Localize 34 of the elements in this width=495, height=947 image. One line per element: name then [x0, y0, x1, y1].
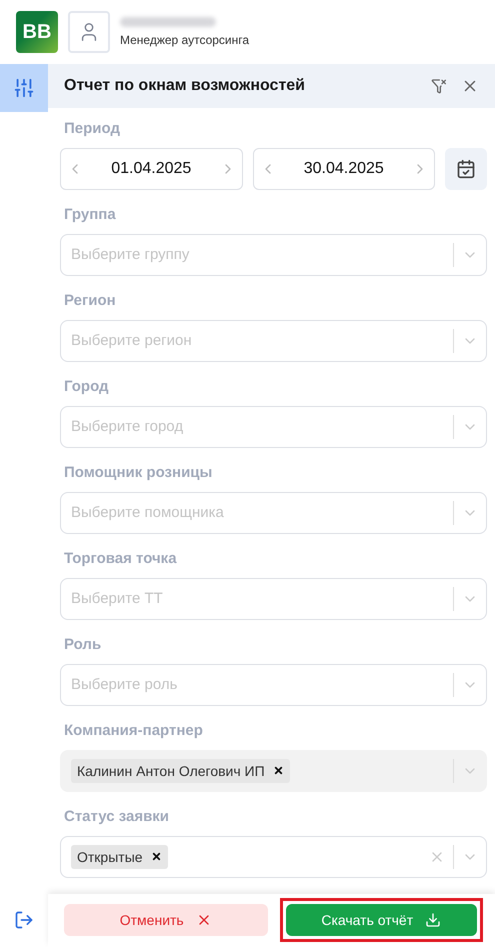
- field-label: Торговая точка: [64, 550, 178, 567]
- select-field[interactable]: Выберите помощника: [60, 492, 487, 534]
- sliders-icon: [13, 77, 35, 99]
- clear-filter-icon[interactable]: [431, 78, 447, 94]
- field-label: Статус заявки: [64, 808, 170, 825]
- panel-title: Отчет по окнам возможностей: [64, 76, 306, 95]
- select-field[interactable]: Выберите регион: [60, 320, 487, 362]
- select-field[interactable]: Выберите город: [60, 406, 487, 448]
- field-label: Компания-партнер: [64, 722, 204, 739]
- download-icon: [425, 912, 442, 928]
- user-role: Менеджер аутсорсинга: [120, 33, 250, 47]
- date-field[interactable]: 30.04.2025: [252, 148, 435, 190]
- select-field[interactable]: Выберите ТТ: [60, 578, 487, 620]
- field-label: Регион: [64, 292, 117, 309]
- download-button[interactable]: Скачать отчёт: [286, 904, 477, 936]
- cancel-button[interactable]: Отменить: [64, 904, 268, 936]
- calendar-button[interactable]: [445, 148, 487, 190]
- field-label: Роль: [64, 636, 102, 653]
- select-field[interactable]: Выберите группу: [60, 234, 487, 276]
- field-label: Город: [64, 378, 110, 395]
- calendar-icon: [456, 158, 476, 179]
- selected-tag: Калинин Антон Олегович ИП: [71, 758, 290, 783]
- selected-tag: Открытые: [71, 844, 168, 869]
- logo: BB: [16, 11, 58, 53]
- date-field[interactable]: 01.04.2025: [60, 148, 242, 190]
- remove-icon[interactable]: [150, 851, 162, 862]
- avatar[interactable]: [68, 11, 110, 53]
- filters-tab[interactable]: [0, 64, 48, 112]
- field-label: Период: [64, 120, 121, 137]
- logout-icon[interactable]: [14, 910, 34, 930]
- field-label: Группа: [64, 206, 117, 223]
- field-label: Помощник розницы: [64, 464, 214, 481]
- select-field[interactable]: Выберите роль: [60, 664, 487, 706]
- select-field[interactable]: Открытые: [60, 836, 487, 878]
